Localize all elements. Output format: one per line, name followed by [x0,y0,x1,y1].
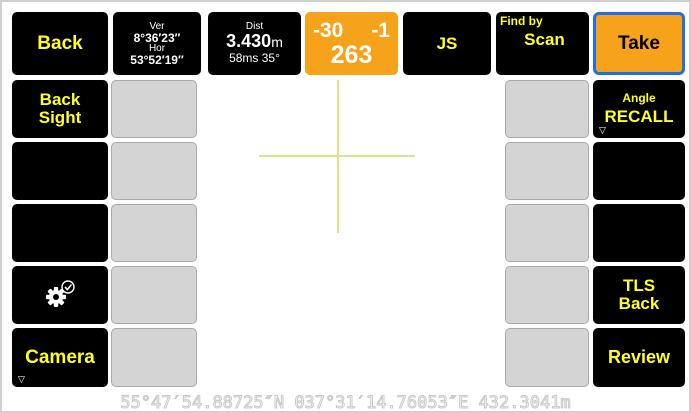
take-button[interactable]: Take [593,12,685,75]
tls-back-button[interactable]: TLS Back [593,266,685,324]
right-gray-cell-5[interactable] [505,328,589,387]
settings-button[interactable] [12,266,108,324]
angle-label: Angle [622,90,656,105]
find-by-scan-button[interactable]: Find by Scan [496,12,589,75]
triangle-down-icon: ▽ [18,373,25,384]
triangle-down-icon: ▽ [599,124,606,135]
back-sight-button[interactable]: Back Sight [12,80,108,138]
left-blank-button-2[interactable] [12,204,108,262]
left-gray-cell-2[interactable] [111,142,197,200]
left-blank-button-1[interactable] [12,142,108,200]
left-gray-cell-4[interactable] [111,266,197,324]
ver-label: Ver [149,20,165,32]
angle-recall-button[interactable]: Angle RECALL ▽ [593,80,685,138]
angle-readout: Ver 8°36′23″ Hor 53°52′19″ [113,12,201,75]
offset-bottom-value: 263 [330,40,373,69]
left-gray-cell-1[interactable] [111,80,197,138]
dist-unit: m [271,34,283,51]
offset-right-value: -1 [371,18,390,42]
review-button[interactable]: Review [593,328,685,387]
recall-label: RECALL [604,107,674,127]
right-gray-cell-4[interactable] [505,266,589,324]
distance-readout: Dist 3.430m 58ms 35° [208,12,301,75]
coordinates-status: 55°47′54.88725″N 037°31′14.76053″E 432.3… [120,393,571,413]
dist-sub: 58ms 35° [229,51,280,66]
hor-label: Hor [148,42,166,54]
right-blank-button-1[interactable] [593,142,685,200]
find-by-label: Find by [500,14,543,28]
gear-check-icon [46,280,75,307]
hor-value: 53°52′19″ [130,52,184,67]
js-button[interactable]: JS [403,12,491,75]
right-blank-button-2[interactable] [593,204,685,262]
offset-left-value: -30 [313,18,344,42]
scan-label: Scan [524,29,565,49]
back-sight-label: Back Sight [38,90,82,127]
offset-readout-button[interactable]: -30 -1 263 [305,12,398,75]
tls-back-label: TLS Back [618,276,660,313]
back-button[interactable]: Back [12,12,108,75]
right-gray-cell-3[interactable] [505,204,589,262]
right-gray-cell-2[interactable] [505,142,589,200]
ver-value: 8°36′23″ [133,30,181,45]
camera-label: Camera [25,346,95,368]
right-gray-cell-1[interactable] [505,80,589,138]
left-gray-cell-3[interactable] [111,204,197,262]
crosshair-vertical [337,80,339,233]
camera-button[interactable]: Camera ▽ [12,328,108,387]
left-gray-cell-5[interactable] [111,328,197,387]
dist-value: 3.430 [226,31,272,52]
